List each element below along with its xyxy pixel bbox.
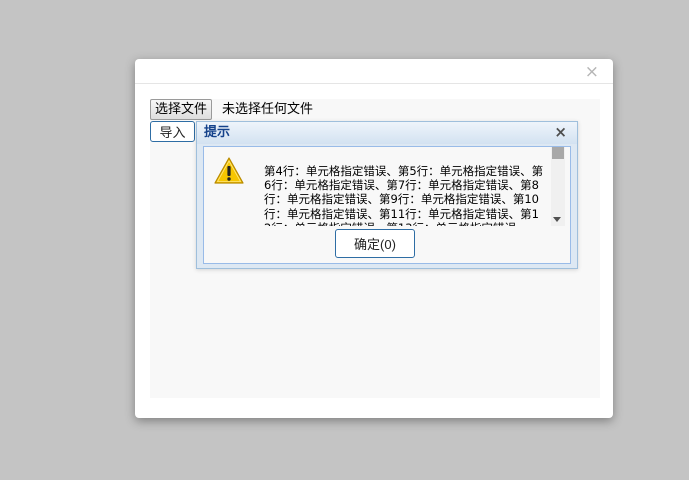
message-scroll-area[interactable]: 第4行：单元格指定错误、第5行：单元格指定错误、第6行：单元格指定错误、第7行：… [264, 164, 544, 226]
modal-header: × [135, 59, 613, 84]
alert-message: 第4行：单元格指定错误、第5行：单元格指定错误、第6行：单元格指定错误、第7行：… [264, 164, 544, 226]
alert-titlebar[interactable]: 提示 × [197, 122, 577, 144]
scrollbar-thumb[interactable] [552, 147, 564, 159]
confirm-button[interactable]: 确定(0) [335, 229, 415, 258]
alert-panel: 第4行：单元格指定错误、第5行：单元格指定错误、第6行：单元格指定错误、第7行：… [203, 146, 571, 264]
choose-file-button[interactable]: 选择文件 [150, 99, 213, 120]
alert-close-icon[interactable]: × [554, 123, 567, 141]
import-button[interactable]: 导入 [150, 121, 195, 142]
alert-title: 提示 [204, 125, 231, 140]
file-status-text: 未选择任何文件 [222, 102, 314, 117]
message-scrollbar[interactable] [551, 147, 565, 226]
scroll-down-arrow-icon[interactable] [553, 217, 561, 222]
modal-close-icon[interactable]: × [585, 62, 599, 82]
alert-dialog: 提示 × 第4行：单元格指定错误、第5行：单元格指定错误、第6行：单元格指定错误… [196, 121, 578, 269]
warning-icon [214, 157, 244, 184]
